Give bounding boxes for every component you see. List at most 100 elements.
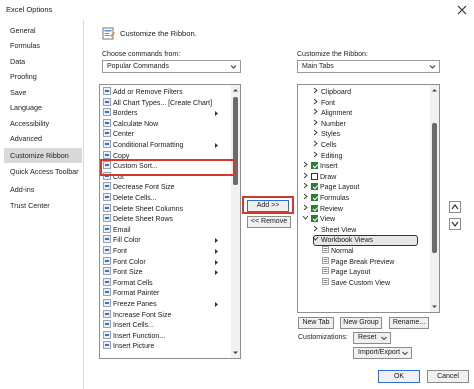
command-list-item[interactable]: Increase Font Size — [103, 309, 231, 321]
command-list-item[interactable]: Insert Picture — [103, 341, 231, 352]
command-list-item[interactable]: Delete Sheet Rows — [103, 214, 231, 225]
command-list-item[interactable]: Delete Sheet Columns — [103, 203, 231, 215]
expand-caret-right-icon[interactable] — [302, 193, 309, 200]
command-list-item[interactable]: Fill Color — [103, 235, 231, 246]
tree-item-label: View — [320, 216, 336, 224]
ribbon-tree-item[interactable]: Editing — [312, 151, 342, 162]
add-button[interactable]: Add >> — [247, 200, 289, 212]
nav-item-add-ins[interactable]: Add-ins — [4, 182, 82, 197]
expand-caret-down-icon[interactable] — [302, 214, 309, 221]
command-list-item[interactable]: Format Cells — [103, 277, 231, 289]
command-list-item[interactable]: Insert Cells... — [103, 320, 231, 331]
expand-caret-right-icon[interactable] — [302, 182, 309, 189]
expand-caret-right-icon[interactable] — [312, 108, 319, 115]
ribbon-tree-item[interactable]: Page Layout — [322, 267, 370, 278]
ribbon-tree-item[interactable]: Insert — [302, 161, 338, 172]
expand-caret-right-icon[interactable] — [302, 204, 309, 211]
command-list-item[interactable]: Center — [103, 129, 231, 140]
expand-caret-right-icon[interactable] — [312, 87, 319, 94]
nav-item-trust-center[interactable]: Trust Center — [4, 198, 82, 213]
nav-item-quick-access-toolbar[interactable]: Quick Access Toolbar — [4, 164, 82, 179]
ribbon-tree-item[interactable]: Alignment — [312, 108, 352, 119]
tab-checkbox[interactable] — [311, 162, 318, 170]
scroll-up-icon[interactable] — [431, 87, 438, 93]
expand-caret-right-icon[interactable] — [302, 172, 309, 179]
ok-button[interactable]: OK — [378, 370, 420, 383]
command-list-item[interactable]: Insert Function... — [103, 330, 231, 342]
command-list-item[interactable]: Decrease Font Size — [103, 182, 231, 193]
ribbon-tree-item[interactable]: Workbook Views — [312, 235, 373, 246]
commands-listbox[interactable]: Add or Remove Filters All Chart Types... … — [99, 84, 241, 359]
commands-scrollbar[interactable] — [231, 85, 240, 358]
scroll-up-icon[interactable] — [232, 87, 239, 93]
command-label: Center — [113, 131, 135, 139]
nav-item-language[interactable]: Language — [4, 100, 82, 115]
command-list-item[interactable]: Font Color — [103, 256, 231, 268]
tab-checkbox[interactable] — [311, 183, 318, 191]
move-down-button[interactable] — [449, 218, 461, 230]
nav-item-save[interactable]: Save — [4, 85, 82, 100]
ribbon-tree-item[interactable]: Page Layout — [302, 182, 359, 193]
nav-item-accessibility[interactable]: Accessibility — [4, 116, 82, 131]
command-list-item[interactable]: Font Size — [103, 267, 231, 278]
ribbon-tree-item[interactable]: Normal — [322, 246, 354, 257]
expand-caret-right-icon[interactable] — [302, 161, 309, 168]
expand-caret-right-icon[interactable] — [312, 140, 319, 147]
expand-caret-down-icon[interactable] — [312, 235, 319, 242]
new-group-button[interactable]: New Group — [340, 317, 382, 329]
scroll-down-icon[interactable] — [431, 304, 438, 310]
ribbon-tree-scrollbar[interactable] — [430, 85, 439, 312]
move-up-button[interactable] — [449, 201, 461, 213]
close-button[interactable] — [454, 2, 470, 18]
command-list-item[interactable]: Freeze Panes — [103, 299, 231, 310]
scroll-down-icon[interactable] — [232, 350, 239, 356]
ribbon-tree-item[interactable]: Save Custom View — [322, 277, 390, 289]
expand-caret-right-icon[interactable] — [312, 225, 319, 232]
command-list-item[interactable]: Calculate Now — [103, 118, 231, 130]
nav-item-proofing[interactable]: Proofing — [4, 69, 82, 84]
ribbon-tree-item[interactable]: Review — [302, 204, 343, 215]
nav-item-advanced[interactable]: Advanced — [4, 131, 82, 146]
close-icon[interactable] — [454, 2, 470, 18]
ribbon-tree[interactable]: Clipboard Font Alignment Number Styles Cells E… — [297, 84, 440, 313]
customize-ribbon-dropdown[interactable]: Main Tabs — [297, 60, 440, 73]
choose-commands-dropdown[interactable]: Popular Commands — [102, 60, 241, 73]
tab-checkbox[interactable] — [311, 172, 318, 180]
reset-dropdown[interactable]: Reset — [353, 332, 391, 344]
expand-caret-right-icon[interactable] — [312, 98, 319, 105]
expand-caret-right-icon[interactable] — [312, 129, 319, 136]
command-list-item[interactable]: Email — [103, 224, 231, 236]
new-tab-button[interactable]: New Tab — [298, 317, 334, 329]
ribbon-tree-item[interactable]: Sheet View — [312, 225, 356, 236]
nav-item-formulas[interactable]: Formulas — [4, 38, 82, 53]
remove-button[interactable]: << Remove — [247, 216, 291, 228]
nav-item-data[interactable]: Data — [4, 54, 82, 69]
command-list-item[interactable]: Borders — [103, 108, 231, 119]
command-list-item[interactable]: Add or Remove Filters — [103, 87, 231, 98]
ribbon-tree-item[interactable]: Styles — [312, 129, 340, 140]
expand-caret-right-icon[interactable] — [312, 119, 319, 126]
tab-checkbox[interactable] — [311, 215, 318, 223]
scroll-thumb[interactable] — [432, 123, 437, 253]
command-list-item[interactable]: All Chart Types... [Create Chart] — [103, 97, 231, 109]
ribbon-tree-item[interactable]: Clipboard — [312, 87, 351, 98]
command-list-item[interactable]: Delete Cells... — [103, 193, 231, 204]
import-export-dropdown[interactable]: Import/Export — [353, 347, 412, 359]
ribbon-tree-item[interactable]: Font — [312, 98, 335, 109]
nav-item-general[interactable]: General — [4, 23, 82, 38]
ribbon-tree-item[interactable]: Cells — [312, 140, 337, 151]
tab-checkbox[interactable] — [311, 204, 318, 212]
ribbon-tree-item[interactable]: Formulas — [302, 193, 349, 204]
ribbon-tree-item[interactable]: Number — [312, 119, 346, 130]
rename-button[interactable]: Rename... — [389, 317, 429, 329]
command-list-item[interactable]: Format Painter — [103, 288, 231, 299]
cancel-button[interactable]: Cancel — [427, 370, 469, 383]
tab-checkbox[interactable] — [311, 194, 318, 201]
nav-item-customize-ribbon[interactable]: Customize Ribbon — [4, 148, 82, 163]
ribbon-tree-item[interactable]: Page Break Preview — [322, 256, 394, 268]
command-list-item[interactable]: Font — [103, 246, 231, 257]
expand-caret-right-icon[interactable] — [312, 151, 319, 158]
ribbon-tree-item[interactable]: View — [302, 214, 335, 225]
ribbon-tree-item[interactable]: Draw — [302, 172, 336, 183]
command-list-item[interactable]: Conditional Formatting — [103, 140, 231, 151]
